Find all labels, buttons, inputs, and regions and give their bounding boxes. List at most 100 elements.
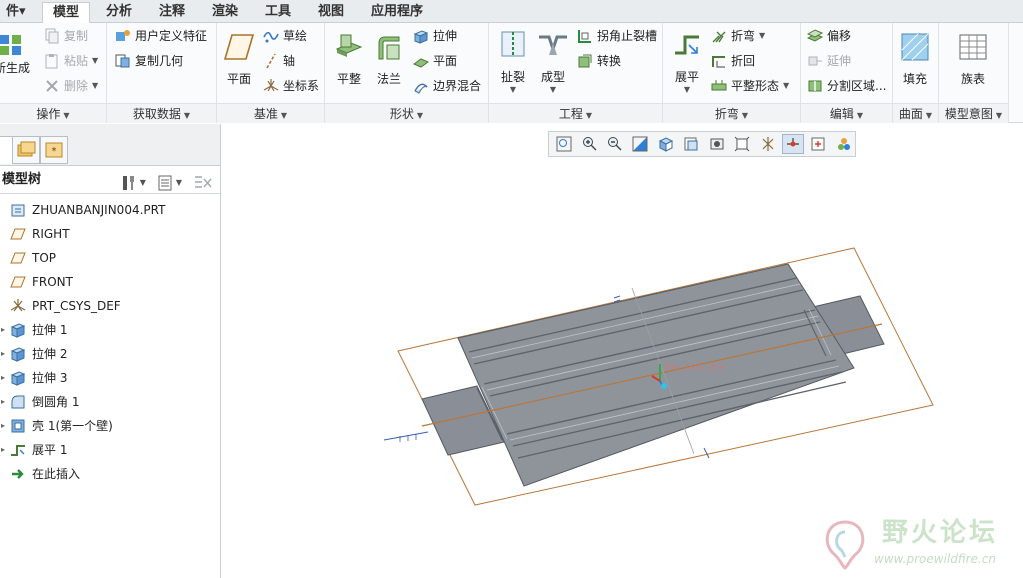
tree-item-label: 壳 1(第一个壁): [32, 419, 113, 433]
boundary-blend-button[interactable]: 边界混合: [413, 75, 481, 97]
family-table-button[interactable]: 族表: [951, 31, 995, 87]
group-get-data: 用户定义特征 复制几何 获取数据 ▼: [107, 23, 217, 123]
expand-arrow-icon[interactable]: ▸: [1, 366, 5, 390]
tree-item[interactable]: ▸ 壳 1(第一个壁): [0, 414, 220, 438]
planar-button[interactable]: 平面: [413, 50, 457, 72]
expand-arrow-icon[interactable]: ▸: [1, 414, 5, 438]
display-style-icon: [684, 137, 698, 151]
chevron-down-icon: ▼: [416, 111, 424, 120]
split-area-button[interactable]: 分割区域...: [807, 75, 886, 97]
form-icon: [539, 35, 567, 55]
datum-display-button[interactable]: [756, 134, 778, 154]
spin-center-button[interactable]: [807, 134, 829, 154]
form-button[interactable]: 成型 ▼: [531, 29, 575, 94]
unbend-button[interactable]: 展平 ▼: [665, 29, 709, 94]
watermark-url: www.proewildfire.cn: [874, 552, 996, 566]
flange-wall-button[interactable]: 法兰: [367, 31, 411, 87]
flange-label: 法兰: [376, 72, 401, 86]
expand-arrow-icon[interactable]: ▸: [1, 318, 5, 342]
expand-arrow-icon[interactable]: ▸: [1, 342, 5, 366]
tab-view[interactable]: 视图: [308, 2, 354, 23]
flat-wall-label: 平整: [336, 72, 361, 86]
group-label-model-intent[interactable]: 模型意图 ▼: [939, 103, 1008, 123]
flat-wall-button[interactable]: 平整: [327, 31, 371, 87]
tree-filter-icon[interactable]: [192, 174, 214, 192]
display-style-button[interactable]: [680, 134, 702, 154]
copy-geometry-button[interactable]: 复制几何: [115, 50, 183, 72]
copy-button[interactable]: 复制: [44, 25, 88, 47]
tree-item[interactable]: 在此插入: [0, 462, 220, 486]
tab-analysis[interactable]: 分析: [96, 2, 142, 23]
tree-settings-button[interactable]: ▼: [120, 169, 146, 197]
tab-file[interactable]: 件▾: [0, 2, 36, 23]
group-label-operations[interactable]: 操作 ▼: [0, 103, 106, 123]
group-label-editing[interactable]: 编辑 ▼: [801, 103, 892, 123]
chevron-down-icon: ▼: [63, 111, 70, 120]
tab-render[interactable]: 渲染: [202, 2, 248, 23]
datum-plane-icon: [10, 226, 26, 242]
csys-button[interactable]: 坐标系: [263, 75, 319, 97]
repaint-button[interactable]: [629, 134, 651, 154]
axis-button[interactable]: 轴: [263, 50, 295, 72]
expand-arrow-icon[interactable]: ▸: [1, 438, 5, 462]
extend-button[interactable]: 延伸: [807, 50, 851, 72]
group-label-bends[interactable]: 折弯 ▼: [663, 103, 800, 123]
tree-item[interactable]: ▸ 倒圆角 1: [0, 390, 220, 414]
tab-favorites[interactable]: *: [40, 136, 68, 164]
view-manager-button[interactable]: [706, 134, 728, 154]
regenerate-label: 新生成: [0, 61, 31, 75]
boundary-blend-label: 边界混合: [433, 79, 482, 93]
tree-item[interactable]: ▸ 拉伸 1: [0, 318, 220, 342]
bend-back-icon: [712, 56, 725, 68]
offset-button[interactable]: 偏移: [807, 25, 851, 47]
datum-plane-button[interactable]: 平面: [217, 31, 261, 87]
plane-icon: [223, 34, 255, 60]
paste-button[interactable]: 粘贴 ▼: [44, 50, 98, 72]
user-defined-feature-button[interactable]: 用户定义特征: [115, 25, 207, 47]
bend-button[interactable]: 折弯 ▼: [711, 25, 765, 47]
corner-relief-button[interactable]: 拐角止裂槽: [577, 25, 657, 47]
bend-back-button[interactable]: 折回: [711, 50, 755, 72]
group-label-shapes[interactable]: 形状 ▼: [325, 103, 488, 123]
sketch-button[interactable]: 草绘: [263, 25, 307, 47]
tree-root-item[interactable]: ZHUANBANJIN004.PRT: [0, 198, 220, 222]
convert-button[interactable]: 转换: [577, 50, 621, 72]
tab-model[interactable]: 模型: [42, 2, 91, 24]
tree-show-button[interactable]: ▼: [156, 169, 182, 197]
refit-button[interactable]: [553, 134, 575, 154]
tree-item[interactable]: PRT_CSYS_DEF: [0, 294, 220, 318]
flatten-button[interactable]: 平整形态 ▼: [711, 75, 789, 97]
group-operations: 新生成 复制 粘贴 ▼ 删除 ▼ 操作 ▼: [0, 23, 107, 123]
fill-button[interactable]: 填充: [893, 31, 937, 87]
tab-tools[interactable]: 工具: [255, 2, 301, 23]
delete-button[interactable]: 删除 ▼: [44, 75, 98, 97]
annotation-display-button[interactable]: [781, 134, 805, 154]
tree-item[interactable]: ▸ 拉伸 2: [0, 342, 220, 366]
expand-arrow-icon[interactable]: ▸: [1, 390, 5, 414]
rip-button[interactable]: 扯裂 ▼: [491, 29, 535, 94]
csys-label: PRT_CSYS_DEF: [666, 363, 724, 372]
tree-item[interactable]: FRONT: [0, 270, 220, 294]
tree-item-label: ZHUANBANJIN004.PRT: [32, 203, 166, 217]
group-label-engineering[interactable]: 工程 ▼: [489, 103, 662, 123]
tree-item[interactable]: TOP: [0, 246, 220, 270]
show-list-icon: [158, 175, 172, 191]
tab-folder-browser[interactable]: [12, 136, 40, 164]
zoom-out-button[interactable]: [604, 134, 626, 154]
tree-item-label: FRONT: [32, 275, 73, 289]
regenerate-button[interactable]: 新生成: [0, 31, 30, 75]
extrude-button[interactable]: 拉伸: [413, 25, 457, 47]
tree-item[interactable]: ▸ 拉伸 3: [0, 366, 220, 390]
group-label-get-data[interactable]: 获取数据 ▼: [107, 103, 216, 123]
tab-applications[interactable]: 应用程序: [361, 2, 433, 23]
paste-label: 粘贴: [64, 54, 89, 68]
perspective-button[interactable]: [731, 134, 753, 154]
tree-item[interactable]: ▸ 展平 1: [0, 438, 220, 462]
group-label-surfaces[interactable]: 曲面 ▼: [893, 103, 938, 123]
zoom-in-button[interactable]: [578, 134, 600, 154]
tab-annotate[interactable]: 注释: [149, 2, 195, 23]
group-label-datum[interactable]: 基准 ▼: [217, 103, 324, 123]
tree-item[interactable]: RIGHT: [0, 222, 220, 246]
appearance-button[interactable]: [833, 134, 855, 154]
saved-orientations-button[interactable]: [655, 134, 677, 154]
